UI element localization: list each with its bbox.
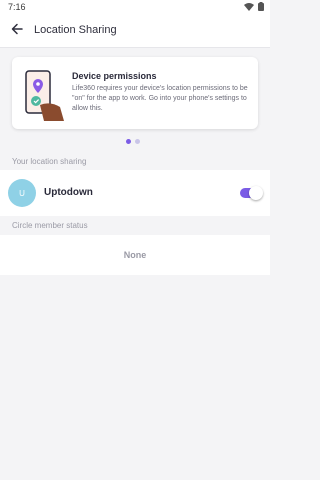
section-header-circle-status: Circle member status [12,221,88,230]
circle-status-value: None [123,250,147,260]
avatar-initial: U [19,188,25,198]
section-header-location-sharing: Your location sharing [12,157,87,166]
status-bar: 7:16 [0,0,270,14]
member-name: Uptodown [44,187,93,198]
arrow-left-icon [11,22,23,40]
pager-dots [126,139,140,144]
location-sharing-toggle[interactable] [240,186,263,200]
wifi-icon [244,2,254,13]
status-time: 7:16 [8,2,26,12]
pager-dot[interactable] [135,139,140,144]
avatar: U [8,179,36,207]
pager-dot-active[interactable] [126,139,131,144]
circle-status-row: None [0,235,270,275]
card-body: Life360 requires your device's location … [72,85,248,112]
phone-location-illustration [18,65,66,123]
back-button[interactable] [6,20,28,42]
permission-card[interactable]: Device permissions Life360 requires your… [12,57,258,129]
card-title: Device permissions [72,71,157,81]
status-icons [244,2,264,13]
toggle-knob [249,186,263,200]
app-bar: Location Sharing [0,14,270,48]
battery-icon [258,2,264,13]
page-title: Location Sharing [34,24,117,36]
member-row[interactable]: U Uptodown [0,170,270,216]
